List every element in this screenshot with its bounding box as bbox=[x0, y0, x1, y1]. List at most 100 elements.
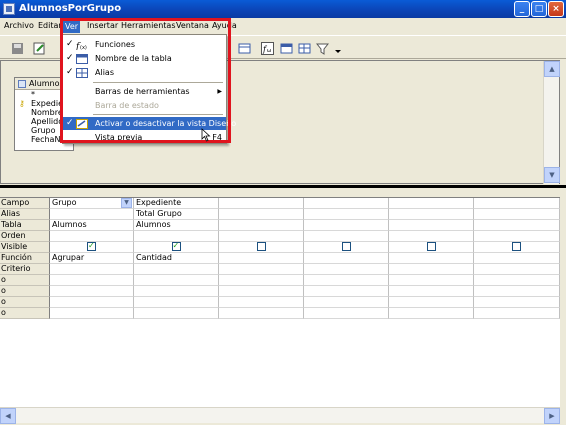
grid-cell[interactable] bbox=[219, 264, 304, 275]
menu-archivo[interactable]: Archivo bbox=[4, 21, 34, 30]
grid-cell[interactable] bbox=[389, 286, 474, 297]
grid-cell[interactable] bbox=[219, 275, 304, 286]
grid-cell[interactable] bbox=[474, 264, 560, 275]
grid-cell[interactable] bbox=[474, 275, 560, 286]
grid-cell[interactable]: Agrupar bbox=[50, 253, 134, 264]
grid-cell[interactable] bbox=[50, 231, 134, 242]
grid-cell[interactable] bbox=[474, 220, 560, 231]
table-name-toolbar-icon[interactable] bbox=[277, 39, 295, 57]
save-icon[interactable] bbox=[8, 39, 26, 57]
menu-item-barras-herramientas[interactable]: Barras de herramientas ▶ bbox=[63, 85, 226, 98]
grid-cell[interactable] bbox=[474, 242, 560, 253]
grid-cell[interactable] bbox=[474, 308, 560, 319]
visible-checkbox[interactable] bbox=[171, 242, 181, 251]
grid-cell[interactable] bbox=[219, 308, 304, 319]
menu-item-funciones[interactable]: ✓ f (x) Funciones bbox=[63, 38, 226, 51]
grid-cell[interactable] bbox=[304, 198, 389, 209]
menu-editar[interactable]: Editar bbox=[38, 21, 62, 30]
grid-cell[interactable] bbox=[134, 264, 219, 275]
grid-cell[interactable] bbox=[389, 253, 474, 264]
grid-cell[interactable] bbox=[304, 242, 389, 253]
grid-cell[interactable]: Total Grupo bbox=[134, 209, 219, 220]
grid-cell[interactable] bbox=[304, 286, 389, 297]
grid-cell[interactable]: Alumnos bbox=[50, 220, 134, 231]
grid-cell[interactable] bbox=[219, 297, 304, 308]
maximize-button[interactable]: □ bbox=[531, 1, 547, 17]
grid-cell[interactable] bbox=[304, 264, 389, 275]
menu-ver[interactable]: Ver bbox=[63, 20, 81, 33]
grid-cell[interactable] bbox=[389, 231, 474, 242]
alias-toolbar-icon[interactable] bbox=[295, 39, 313, 57]
grid-cell[interactable] bbox=[389, 220, 474, 231]
field-dropdown-icon[interactable]: ▼ bbox=[121, 198, 132, 208]
grid-cell[interactable] bbox=[304, 275, 389, 286]
grid-cell[interactable] bbox=[474, 297, 560, 308]
scroll-right-icon[interactable]: ▶ bbox=[544, 408, 560, 424]
menu-herramientas[interactable]: Herramientas bbox=[121, 21, 176, 30]
grid-cell[interactable] bbox=[219, 286, 304, 297]
grid-cell[interactable] bbox=[474, 286, 560, 297]
grid-cell[interactable] bbox=[219, 253, 304, 264]
grid-cell[interactable] bbox=[134, 286, 219, 297]
grid-cell[interactable] bbox=[304, 220, 389, 231]
grid-cell[interactable] bbox=[134, 297, 219, 308]
grid-cell[interactable] bbox=[389, 297, 474, 308]
grid-cell[interactable] bbox=[50, 242, 134, 253]
grid-cell[interactable] bbox=[50, 308, 134, 319]
table-add-icon[interactable] bbox=[235, 39, 253, 57]
filter-icon[interactable] bbox=[313, 39, 331, 57]
grid-cell[interactable] bbox=[474, 231, 560, 242]
grid-cell[interactable] bbox=[50, 297, 134, 308]
grid-cell[interactable]: Cantidad bbox=[134, 253, 219, 264]
menu-ventana[interactable]: Ventana bbox=[176, 21, 209, 30]
grid-cell[interactable] bbox=[304, 297, 389, 308]
grid-cell[interactable] bbox=[219, 231, 304, 242]
visible-checkbox[interactable] bbox=[426, 242, 436, 251]
grid-cell[interactable] bbox=[50, 286, 134, 297]
grid-cell[interactable] bbox=[389, 198, 474, 209]
menu-item-alias[interactable]: ✓ Alias bbox=[63, 66, 226, 79]
visible-checkbox[interactable] bbox=[87, 242, 96, 251]
grid-cell[interactable] bbox=[219, 242, 304, 253]
grid-cell[interactable] bbox=[389, 242, 474, 253]
grid-cell[interactable] bbox=[304, 253, 389, 264]
grid-cell[interactable] bbox=[50, 209, 134, 220]
grid-cell[interactable] bbox=[474, 253, 560, 264]
grid-cell[interactable] bbox=[134, 242, 219, 253]
grid-cell[interactable] bbox=[474, 209, 560, 220]
toolbar-overflow-icon[interactable] bbox=[331, 39, 341, 57]
grid-cell[interactable] bbox=[134, 231, 219, 242]
menu-ayuda[interactable]: Ayuda bbox=[212, 21, 237, 30]
grid-cell[interactable]: Expediente bbox=[134, 198, 219, 209]
grid-cell[interactable]: Alumnos bbox=[134, 220, 219, 231]
grid-horizontal-scrollbar[interactable]: ◀ ▶ bbox=[0, 407, 560, 424]
grid-cell[interactable] bbox=[389, 264, 474, 275]
grid-cell[interactable] bbox=[304, 209, 389, 220]
visible-checkbox[interactable] bbox=[256, 242, 266, 251]
scroll-left-icon[interactable]: ◀ bbox=[0, 408, 16, 424]
edit-icon[interactable] bbox=[30, 39, 48, 57]
scroll-up-icon[interactable]: ▲ bbox=[544, 61, 560, 77]
grid-cell[interactable] bbox=[304, 231, 389, 242]
grid-cell[interactable] bbox=[219, 220, 304, 231]
grid-cell[interactable] bbox=[474, 198, 560, 209]
splitter[interactable] bbox=[0, 185, 566, 188]
grid-cell[interactable] bbox=[389, 308, 474, 319]
minimize-button[interactable]: _ bbox=[514, 1, 530, 17]
visible-checkbox[interactable] bbox=[341, 242, 351, 251]
menu-item-nombre-tabla[interactable]: ✓ Nombre de la tabla bbox=[63, 52, 226, 65]
design-vertical-scrollbar[interactable]: ▲ ▼ bbox=[543, 61, 560, 184]
grid-cell[interactable] bbox=[134, 275, 219, 286]
grid-cell[interactable]: Grupo ▼ bbox=[50, 198, 134, 209]
functions-toolbar-icon[interactable]: fω bbox=[258, 39, 276, 57]
grid-cell[interactable] bbox=[50, 264, 134, 275]
grid-cell[interactable] bbox=[219, 209, 304, 220]
grid-cell[interactable] bbox=[389, 275, 474, 286]
close-button[interactable]: × bbox=[548, 1, 564, 17]
grid-cell[interactable] bbox=[304, 308, 389, 319]
grid-cell[interactable] bbox=[219, 198, 304, 209]
grid-cell[interactable] bbox=[50, 275, 134, 286]
menu-insertar[interactable]: Insertar bbox=[87, 21, 118, 30]
visible-checkbox[interactable] bbox=[512, 242, 521, 251]
scroll-down-icon[interactable]: ▼ bbox=[544, 167, 560, 183]
